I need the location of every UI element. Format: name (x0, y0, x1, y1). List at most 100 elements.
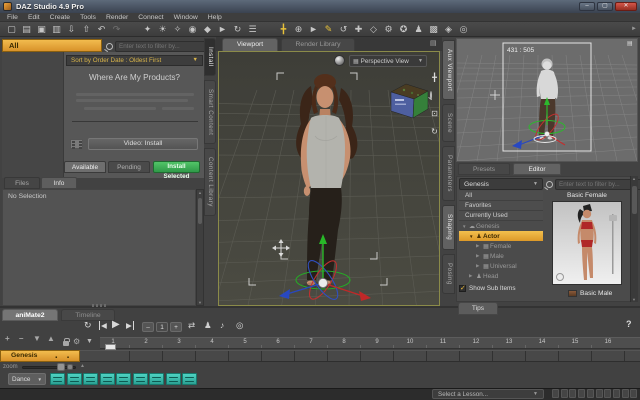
zoom-slider-handle[interactable] (67, 364, 73, 370)
search-input[interactable] (115, 40, 211, 52)
skip-forward-button[interactable]: ▶ (126, 321, 134, 330)
pan-tool-icon[interactable]: ╋ (429, 73, 440, 82)
scrollbar-thumb[interactable] (632, 186, 637, 214)
bone-tool-icon[interactable]: ✪ (396, 22, 411, 36)
scroll-down-icon[interactable]: ▼ (197, 300, 203, 305)
aniblock-clip[interactable] (149, 373, 164, 385)
menu-create[interactable]: Create (45, 14, 75, 21)
show-sub-items-checkbox[interactable]: ✓ Show Sub Items (459, 283, 543, 293)
divider-grip[interactable] (92, 304, 108, 307)
aniblock-clip[interactable] (99, 373, 115, 385)
lesson-nav-button[interactable] (595, 389, 603, 398)
node-selection-tool-icon[interactable]: ► (306, 22, 321, 36)
track-button-0[interactable]: + (5, 334, 10, 343)
add-audio-icon[interactable]: ♪ (220, 320, 224, 330)
menu-render[interactable]: Render (101, 14, 133, 21)
tab-presets[interactable]: Presets (458, 163, 510, 175)
open-file-icon[interactable]: ▤ (19, 22, 34, 36)
dock-tab-install[interactable]: Install (204, 38, 216, 76)
menu-edit[interactable]: Edit (23, 14, 45, 21)
scroll-up-icon[interactable]: ▲ (197, 190, 203, 195)
lesson-nav-button[interactable] (612, 389, 620, 398)
track-header-genesis[interactable]: Genesis ▪ ▪ (0, 350, 80, 362)
scroll-down-icon[interactable]: ▼ (631, 297, 637, 302)
playhead[interactable] (105, 344, 116, 350)
thumb-slider-handle[interactable] (609, 215, 617, 221)
redo-icon[interactable]: ↷ (109, 22, 124, 36)
filter-icon[interactable]: ▼ (86, 338, 93, 345)
lesson-nav-button[interactable] (578, 389, 586, 398)
zoom-tool-icon[interactable] (430, 91, 432, 100)
filter-row-currently-used[interactable]: Currently Used (459, 211, 543, 221)
aux-viewport-canvas[interactable]: 431 : 505 (436, 38, 640, 162)
translate-tool-icon[interactable]: ✚ (351, 22, 366, 36)
aniblock-clip[interactable] (116, 373, 131, 385)
lesson-nav-button[interactable] (630, 389, 638, 398)
tab-pending[interactable]: Pending (108, 161, 150, 173)
help-button[interactable]: ? (626, 319, 632, 329)
aniblock-clip[interactable] (66, 373, 82, 385)
figure-dropdown[interactable]: Genesis ▼ (459, 178, 543, 190)
lesson-nav-button[interactable] (604, 389, 612, 398)
install-selected-button[interactable]: Install Selected (153, 161, 200, 180)
track-button-1[interactable]: – (19, 334, 23, 343)
create-spotlight-icon[interactable]: ✧ (170, 22, 185, 36)
skip-back-button[interactable]: ◀ (99, 321, 107, 330)
rotate-tool-icon[interactable]: ↺ (336, 22, 351, 36)
tab-files[interactable]: Files (4, 177, 40, 189)
tab-animate2[interactable]: aniMate2 (2, 309, 58, 321)
record-icon[interactable]: ◎ (236, 320, 243, 331)
tab-tips[interactable]: Tips (458, 302, 498, 315)
update-animation-icon[interactable]: ⇄ (188, 320, 195, 331)
menu-window[interactable]: Window (169, 14, 203, 21)
universal-manipulator-icon[interactable]: ╋ (276, 22, 291, 36)
region-navigator-icon[interactable]: ◈ (441, 22, 456, 36)
tree-node-male[interactable]: ▶ ▦ Male (459, 251, 543, 261)
render-icon[interactable]: ◎ (456, 22, 471, 36)
play-button[interactable]: ▶ (112, 319, 120, 330)
aniblock-clip[interactable] (182, 373, 197, 385)
dock-tab-aux-viewport[interactable]: Aux Viewport (442, 40, 455, 101)
pane-menu-icon[interactable]: ▤ (627, 40, 633, 47)
lesson-nav-button[interactable] (621, 389, 629, 398)
track-button-3[interactable]: ▲ (47, 334, 55, 343)
dock-tab-scene[interactable]: Scene (442, 104, 455, 143)
tree-node-actor[interactable]: ▼ ♟ Actor (459, 231, 543, 241)
lesson-nav-button[interactable] (569, 389, 577, 398)
tab-info[interactable]: Info (41, 177, 77, 189)
aniblock-clip[interactable] (165, 373, 181, 385)
shading-style-icon[interactable] (334, 55, 345, 66)
tree-node-genesis[interactable]: ▼ ☁ Genesis (459, 221, 543, 231)
zoom-slider-handle[interactable] (57, 363, 65, 371)
thumbnail-basic-female[interactable] (552, 201, 622, 285)
undo-icon[interactable]: ↶ (94, 22, 109, 36)
create-light-icon[interactable]: ☀ (155, 22, 170, 36)
geometry-selection-icon[interactable]: ✎ (321, 22, 336, 36)
menu-help[interactable]: Help (203, 14, 227, 21)
menu-connect[interactable]: Connect (133, 14, 168, 21)
track-button-2[interactable]: ▼ (33, 334, 41, 343)
frame-tool-icon[interactable]: ⊡ (429, 109, 440, 118)
lesson-nav-button[interactable] (560, 389, 568, 398)
menu-file[interactable]: File (2, 14, 23, 21)
scrollbar-thumb[interactable] (198, 198, 202, 224)
dock-tab-content-library[interactable]: Content Library (204, 148, 216, 216)
thumbnail-basic-male[interactable] (568, 290, 577, 297)
dock-tab-parameters[interactable]: Parameters (442, 146, 455, 202)
figure-setup-icon[interactable]: ♟ (411, 22, 426, 36)
scale-tool-icon[interactable]: ◇ (366, 22, 381, 36)
add-track-icon[interactable]: ♟ (204, 320, 212, 331)
tree-node-universal[interactable]: ▶ ▦ Universal (459, 261, 543, 271)
cycle-icon[interactable]: ↻ (230, 22, 245, 36)
lesson-dropdown[interactable]: Select a Lesson... ▼ (432, 389, 544, 399)
loop-button[interactable]: ↻ (84, 320, 92, 331)
video-install-button[interactable]: Video: Install (88, 138, 198, 150)
frame-selection-icon[interactable]: ► (215, 22, 230, 36)
tab-available[interactable]: Available (64, 161, 106, 173)
aniblock-clip[interactable] (83, 373, 98, 385)
create-figure-icon[interactable]: ✦ (140, 22, 155, 36)
category-tab-all[interactable]: All (2, 39, 102, 52)
filter-row-favorites[interactable]: Favorites (459, 201, 543, 211)
lesson-nav-button[interactable] (552, 389, 559, 398)
viewport-canvas[interactable] (178, 51, 486, 311)
